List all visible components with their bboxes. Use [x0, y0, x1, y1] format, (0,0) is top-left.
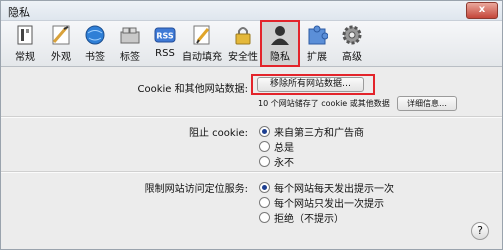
cookies-label: Cookie 和其他网站数据: [137, 84, 249, 95]
tab-privacy-label: 隐私 [270, 52, 290, 63]
radio-button[interactable] [259, 126, 270, 137]
radio-button[interactable] [259, 212, 270, 223]
tab-bookmarks-label: 书签 [85, 52, 105, 63]
option-label: 每个网站每天发出提示一次 [274, 184, 394, 195]
tab-autofill-label: 自动填充 [182, 52, 222, 63]
option-label: 来自第三方和广告商 [274, 128, 364, 139]
privacy-pane: Cookie 和其他网站数据: 移除所有网站数据… 10 个网站储存了 cook… [1, 67, 502, 249]
tab-appearance-label: 外观 [51, 52, 71, 63]
rss-icon: RSS [154, 24, 176, 46]
location-option-once-only[interactable]: 每个网站只发出一次提示 [259, 195, 384, 210]
remove-all-website-data-button[interactable]: 移除所有网站数据… [257, 77, 364, 92]
divider [1, 116, 502, 118]
title-bar: 隐私 x [1, 1, 502, 21]
privacy-person-icon [269, 24, 291, 46]
preferences-toolbar: 常规 外观 书签 标签 RSS RSS 自动填充 安全性 隐私 扩展 高级 [1, 20, 502, 67]
tab-tabs[interactable]: 标签 [112, 22, 148, 65]
tab-bookmarks[interactable]: 书签 [77, 22, 113, 65]
close-button[interactable]: x [466, 2, 498, 19]
option-label: 总是 [274, 143, 294, 154]
radio-button[interactable] [259, 197, 270, 208]
cookies-info-text: 10 个网站储存了 cookie 或其他数据 [258, 99, 390, 108]
location-option-once-per-day[interactable]: 每个网站每天发出提示一次 [259, 180, 394, 195]
block-cookies-option-third-party[interactable]: 来自第三方和广告商 [259, 124, 364, 139]
tab-privacy[interactable]: 隐私 [260, 20, 300, 67]
option-label: 拒绝（不提示） [274, 214, 344, 225]
radio-button[interactable] [259, 141, 270, 152]
help-button[interactable]: ? [471, 222, 489, 240]
radio-button[interactable] [259, 156, 270, 167]
tab-autofill[interactable]: 自动填充 [182, 22, 222, 65]
tab-extensions[interactable]: 扩展 [299, 22, 335, 65]
tab-security-label: 安全性 [228, 52, 258, 63]
divider [1, 171, 502, 173]
tab-rss[interactable]: RSS RSS [147, 22, 183, 65]
security-lock-icon [232, 24, 254, 46]
block-cookies-label: 阻止 cookie: [188, 128, 248, 139]
tab-security[interactable]: 安全性 [225, 22, 261, 65]
tab-appearance[interactable]: 外观 [43, 22, 79, 65]
tab-general[interactable]: 常规 [7, 22, 43, 65]
bookmarks-globe-icon [84, 24, 106, 46]
option-label: 每个网站只发出一次提示 [274, 199, 384, 210]
radio-button[interactable] [259, 182, 270, 193]
details-button[interactable]: 详细信息… [397, 96, 457, 111]
advanced-gear-icon [341, 24, 363, 46]
tab-extensions-label: 扩展 [307, 52, 327, 63]
tabs-icon [119, 24, 141, 46]
tab-general-label: 常规 [15, 52, 35, 63]
appearance-icon [50, 24, 72, 46]
tab-tabs-label: 标签 [120, 52, 140, 63]
location-services-label: 限制网站访问定位服务: [144, 184, 248, 195]
extensions-puzzle-icon [306, 24, 329, 46]
preferences-window: 隐私 x 常规 外观 书签 标签 RSS RSS 自动填充 安全性 隐私 扩展 … [0, 0, 503, 250]
autofill-pencil-icon [191, 24, 213, 46]
block-cookies-option-always[interactable]: 总是 [259, 139, 294, 154]
window-title: 隐私 [8, 6, 30, 19]
location-option-deny[interactable]: 拒绝（不提示） [259, 210, 344, 225]
general-icon [14, 24, 36, 46]
block-cookies-option-never[interactable]: 永不 [259, 154, 294, 169]
tab-advanced-label: 高级 [342, 52, 362, 63]
tab-advanced[interactable]: 高级 [334, 22, 370, 65]
rss-icon-text: RSS [156, 32, 174, 41]
option-label: 永不 [274, 158, 294, 169]
tab-rss-label: RSS [155, 48, 175, 59]
